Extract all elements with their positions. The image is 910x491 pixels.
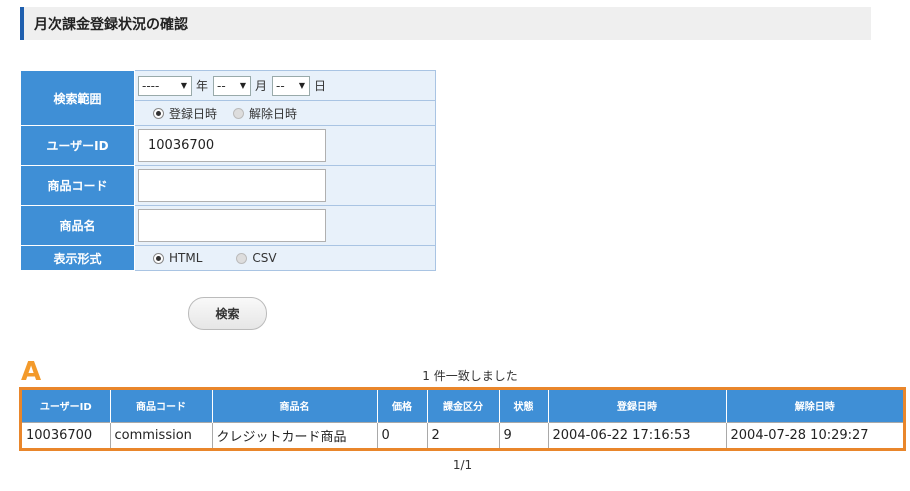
table-cell: 0 bbox=[377, 421, 428, 448]
table-cell: 2 bbox=[427, 421, 500, 448]
column-header: 商品名 bbox=[212, 390, 378, 422]
table-cell: クレジットカード商品 bbox=[212, 421, 378, 448]
radio-csv-label: CSV bbox=[252, 251, 277, 265]
result-count: 1 件一致しました bbox=[422, 369, 518, 383]
month-unit: 月 bbox=[255, 79, 268, 93]
product-name-input[interactable] bbox=[138, 209, 326, 242]
table-row: 10036700 commission クレジットカード商品 0 2 9 200… bbox=[22, 421, 903, 448]
chevron-down-icon: ▼ bbox=[180, 80, 187, 90]
column-header: 価格 bbox=[377, 390, 428, 422]
column-header: 商品コード bbox=[110, 390, 213, 422]
column-header: 解除日時 bbox=[726, 390, 903, 422]
table-cell: 2004-07-28 10:29:27 bbox=[726, 421, 903, 448]
year-select[interactable]: ---- ▼ bbox=[138, 75, 192, 96]
column-header: 登録日時 bbox=[548, 390, 727, 422]
day-select[interactable]: -- ▼ bbox=[272, 75, 311, 96]
table-cell: 9 bbox=[499, 421, 549, 448]
product-code-label: 商品コード bbox=[20, 165, 135, 206]
radio-html[interactable] bbox=[153, 252, 164, 264]
page-title: 月次課金登録状況の確認 bbox=[34, 16, 188, 33]
radio-registered-date[interactable] bbox=[153, 107, 164, 119]
product-name-label: 商品名 bbox=[20, 205, 135, 246]
user-id-label: ユーザーID bbox=[20, 125, 135, 166]
day-unit: 日 bbox=[314, 79, 327, 93]
column-header: 課金区分 bbox=[427, 390, 500, 422]
result-table-container: ユーザーID 商品コード 商品名 価格 課金区分 状態 登録日時 解除日時 10… bbox=[19, 387, 906, 451]
result-table: ユーザーID 商品コード 商品名 価格 課金区分 状態 登録日時 解除日時 10… bbox=[22, 390, 903, 448]
chevron-down-icon: ▼ bbox=[298, 80, 306, 90]
year-unit: 年 bbox=[196, 79, 209, 93]
search-form: 検索範囲 ---- ▼ 年 -- ▼ 月 -- ▼ 日 登録日時 解除日時 ユーザーID 100… bbox=[20, 70, 436, 271]
table-header-row: ユーザーID 商品コード 商品名 価格 課金区分 状態 登録日時 解除日時 bbox=[22, 390, 903, 422]
user-id-input[interactable]: 10036700 bbox=[138, 129, 326, 162]
column-header: 状態 bbox=[499, 390, 549, 422]
display-format-radios: HTML CSV bbox=[134, 245, 436, 271]
radio-registered-date-label: 登録日時 bbox=[169, 106, 218, 121]
column-header: ユーザーID bbox=[22, 390, 111, 422]
table-cell: 10036700 bbox=[22, 421, 111, 448]
display-format-label: 表示形式 bbox=[20, 245, 135, 271]
pagination: 1/1 bbox=[452, 458, 473, 472]
chevron-down-icon: ▼ bbox=[239, 80, 247, 90]
radio-html-label: HTML bbox=[169, 251, 203, 265]
date-selectors: ---- ▼ 年 -- ▼ 月 -- ▼ 日 bbox=[134, 70, 436, 101]
table-cell: commission bbox=[110, 421, 213, 448]
search-range-label: 検索範囲 bbox=[20, 70, 135, 126]
radio-cancel-date-label: 解除日時 bbox=[249, 106, 298, 121]
date-type-radios: 登録日時 解除日時 bbox=[134, 100, 436, 126]
radio-csv[interactable] bbox=[236, 252, 248, 264]
product-code-input[interactable] bbox=[138, 169, 326, 202]
search-button[interactable]: 検索 bbox=[188, 297, 267, 330]
page-header: 月次課金登録状況の確認 bbox=[20, 7, 871, 40]
table-cell: 2004-06-22 17:16:53 bbox=[548, 421, 727, 448]
radio-cancel-date[interactable] bbox=[233, 107, 245, 119]
month-select[interactable]: -- ▼ bbox=[213, 75, 252, 96]
